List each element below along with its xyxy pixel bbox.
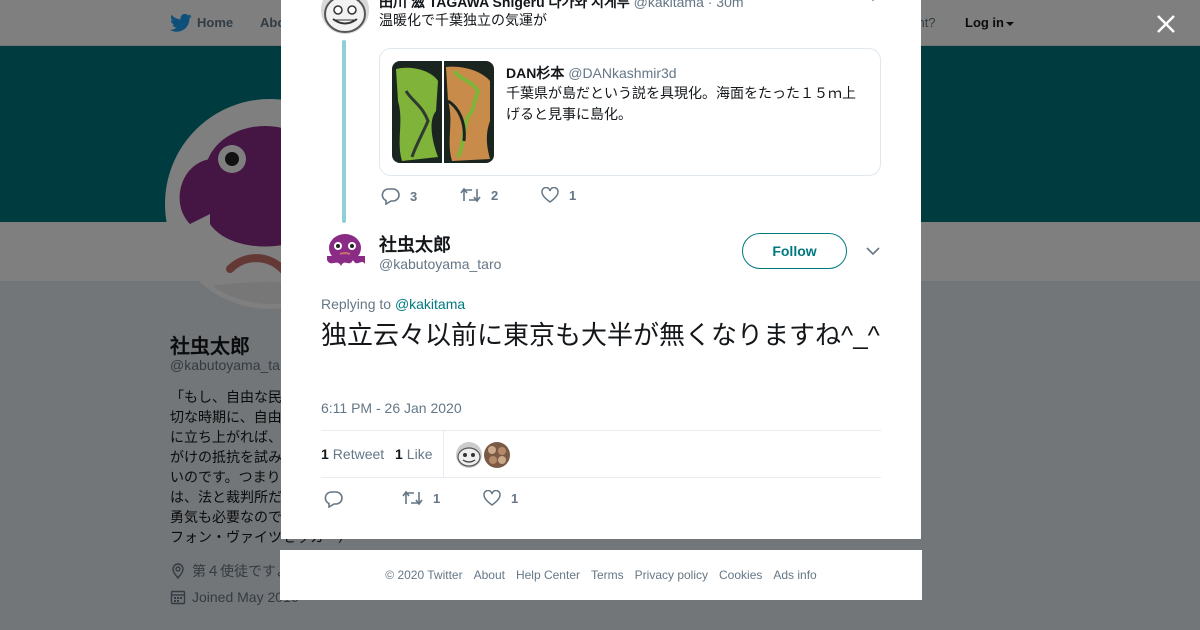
parent-reply-count: 3 — [410, 188, 418, 204]
replying-to-line: Replying to @kakitama — [321, 296, 465, 312]
tweet-author-handle[interactable]: @kabutoyama_taro — [379, 256, 501, 272]
tweet-author-avatar[interactable] — [321, 228, 369, 276]
tweet-permalink-modal: 田川 滋 TAGAWA Shigeru 다가와 시게루 @kakitama · … — [281, 0, 921, 539]
stats-divider — [443, 431, 444, 477]
pattern-avatar-image — [484, 442, 510, 468]
thread-connector-line — [342, 40, 346, 223]
replying-to-link[interactable]: @kakitama — [395, 296, 465, 312]
parent-tweet-avatar[interactable] — [321, 0, 369, 34]
retweets-stat-count: 1 — [321, 446, 329, 462]
liker-avatar[interactable] — [456, 442, 482, 468]
footer-copyright: © 2020 Twitter — [385, 568, 463, 582]
quoted-tweet-card[interactable]: DAN杉本 @DANkashmir3d 千葉県が島だという説を具現化。海面をたっ… — [379, 48, 881, 176]
octopus-avatar-image — [321, 228, 369, 276]
parent-like-button[interactable]: 1 — [541, 187, 576, 204]
quoted-tweet-map-image[interactable] — [392, 61, 494, 163]
likes-stat[interactable]: 1 Like — [395, 446, 432, 462]
mushroom-face-avatar-image — [456, 442, 482, 468]
retweet-count: 1 — [433, 490, 441, 506]
reply-icon — [381, 188, 400, 205]
heart-icon — [483, 490, 501, 506]
chevron-down-icon[interactable] — [866, 246, 880, 256]
tweet-text: 独立云々以前に東京も大半が無くなりますね^_^ — [321, 320, 880, 350]
retweets-stat-label: Retweet — [332, 446, 385, 462]
follow-button[interactable]: Follow — [742, 233, 847, 269]
footer-link-about[interactable]: About — [474, 568, 505, 582]
like-count: 1 — [511, 491, 519, 506]
parent-author-handle[interactable]: @kakitama · 30m — [634, 0, 744, 10]
heart-icon — [541, 187, 559, 203]
modal-footer: © 2020 Twitter About Help Center Terms P… — [280, 550, 922, 600]
footer-link-cookies[interactable]: Cookies — [719, 568, 762, 582]
like-button[interactable]: 1 — [483, 490, 518, 507]
retweet-button[interactable]: 1 — [402, 490, 440, 506]
reply-icon — [324, 491, 343, 508]
tweet-stats-row: 1 Retweet 1 Like — [321, 430, 881, 478]
tweet-timestamp[interactable]: 6:11 PM - 26 Jan 2020 — [321, 400, 462, 416]
parent-author-name[interactable]: 田川 滋 TAGAWA Shigeru 다가와 시게루 — [379, 0, 630, 10]
quoted-tweet-text: 千葉県が島だという説を具現化。海面をたった１５ｍ上げると見事に島化。 — [506, 85, 856, 122]
quoted-author-handle: @DANkashmir3d — [568, 65, 677, 81]
quoted-author-name: DAN杉本 — [506, 65, 565, 81]
parent-retweet-count: 2 — [491, 187, 499, 203]
parent-like-count: 1 — [569, 188, 577, 203]
retweets-stat[interactable]: 1 Retweet — [321, 446, 384, 462]
footer-link-ads-info[interactable]: Ads info — [773, 568, 816, 582]
reply-button[interactable] — [324, 490, 353, 508]
quoted-tweet-header: DAN杉本 @DANkashmir3d — [506, 63, 677, 83]
parent-tweet-text: 温暖化で千葉独立の気運が — [379, 12, 547, 28]
mushroom-face-avatar-image — [321, 0, 369, 34]
retweet-icon — [460, 187, 481, 203]
chiba-island-map-image — [392, 61, 494, 163]
likes-stat-label: Like — [406, 446, 433, 462]
parent-reply-button[interactable]: 3 — [381, 187, 417, 205]
retweet-icon — [402, 490, 423, 506]
footer-link-help-center[interactable]: Help Center — [516, 568, 580, 582]
likes-stat-count: 1 — [395, 446, 403, 462]
tweet-author-name[interactable]: 社虫太郎 — [379, 231, 451, 257]
close-icon[interactable] — [1152, 10, 1180, 38]
footer-link-privacy-policy[interactable]: Privacy policy — [635, 568, 708, 582]
footer-link-terms[interactable]: Terms — [591, 568, 624, 582]
replying-prefix: Replying to — [321, 296, 395, 312]
chevron-down-icon[interactable] — [866, 0, 880, 2]
liker-avatar[interactable] — [484, 442, 510, 468]
parent-retweet-button[interactable]: 2 — [460, 187, 498, 203]
